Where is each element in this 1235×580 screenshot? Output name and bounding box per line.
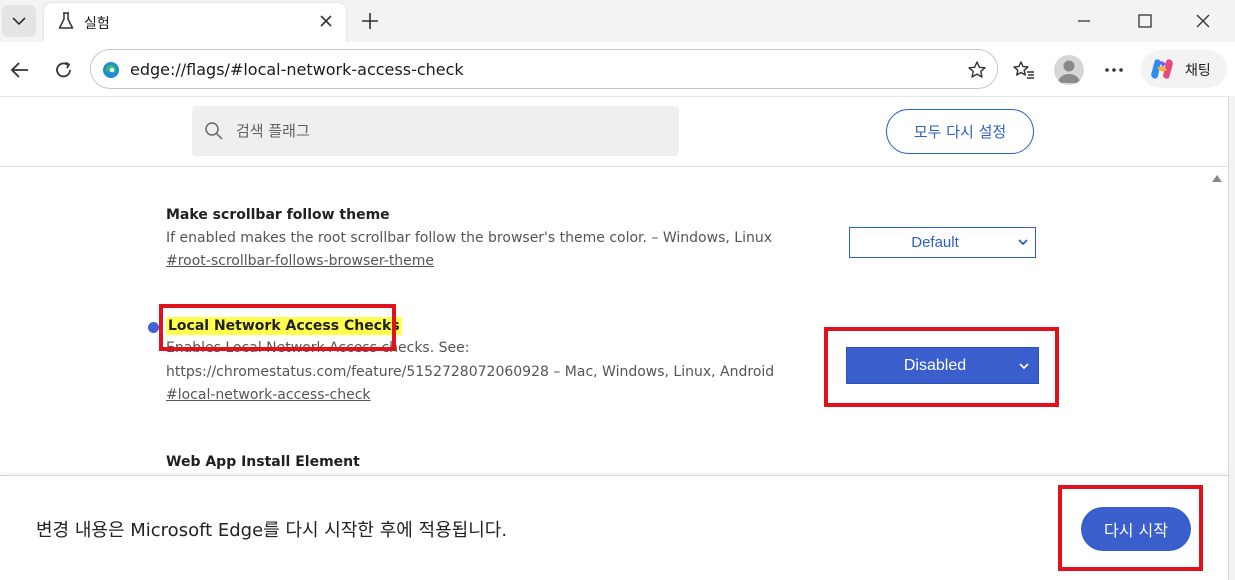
tab-bar: 실험 xyxy=(0,0,1235,42)
restart-message: 변경 내용은 Microsoft Edge를 다시 시작한 후에 적용됩니다. xyxy=(36,520,508,541)
restart-notification-bar: 변경 내용은 Microsoft Edge를 다시 시작한 후에 적용됩니다. … xyxy=(0,475,1228,580)
flag-state-select[interactable]: Default xyxy=(849,227,1036,258)
new-tab-button[interactable] xyxy=(356,7,384,35)
tab-title: 실험 xyxy=(84,16,110,32)
chevron-down-icon xyxy=(1018,239,1028,246)
address-bar[interactable]: edge://flags/#local-network-access-check xyxy=(90,49,998,89)
maximize-button[interactable] xyxy=(1123,6,1167,36)
edge-logo-icon xyxy=(101,60,121,80)
flag-description: If enabled makes the root scrollbar foll… xyxy=(166,230,772,246)
copilot-icon xyxy=(1151,59,1173,79)
browser-toolbar: edge://flags/#local-network-access-check… xyxy=(0,42,1235,96)
minimize-icon xyxy=(1078,20,1090,22)
flag-web-app-install: Web App Install Element xyxy=(166,454,806,470)
flag-title: Web App Install Element xyxy=(166,454,360,470)
address-url: edge://flags/#local-network-access-check xyxy=(130,60,464,79)
annotation-box-title xyxy=(159,304,396,351)
reset-all-button[interactable]: 모두 다시 설정 xyxy=(886,109,1034,154)
flask-icon xyxy=(56,11,76,31)
refresh-icon xyxy=(56,61,71,78)
annotation-box-select xyxy=(824,327,1059,407)
flag-anchor-link[interactable]: #local-network-access-check xyxy=(166,387,371,403)
annotation-box-restart xyxy=(1058,485,1203,571)
flags-header: 모두 다시 설정 xyxy=(0,97,1228,167)
flag-description-line2: https://chromestatus.com/feature/5152728… xyxy=(166,364,775,380)
select-value: Default xyxy=(911,234,959,251)
favorites-button[interactable] xyxy=(1008,54,1040,86)
scroll-up-arrow-icon[interactable] xyxy=(1211,173,1223,183)
search-flags-input[interactable] xyxy=(236,116,656,146)
flag-title: Make scrollbar follow theme xyxy=(166,207,390,223)
close-window-button[interactable] xyxy=(1181,6,1225,36)
copilot-chat-button[interactable]: 채팅 xyxy=(1141,50,1227,88)
profile-avatar[interactable] xyxy=(1054,55,1084,85)
sidebar-edge xyxy=(1228,96,1235,580)
favorite-star-icon[interactable] xyxy=(965,58,989,82)
favorites-list-icon xyxy=(1013,61,1034,79)
tab-experiments[interactable]: 실험 xyxy=(44,3,346,42)
maximize-icon xyxy=(1138,14,1152,28)
search-flags-box[interactable] xyxy=(192,106,679,156)
back-button[interactable] xyxy=(4,54,36,86)
copilot-label: 채팅 xyxy=(1185,63,1211,79)
close-tab-icon[interactable] xyxy=(316,11,336,31)
modified-indicator-dot xyxy=(148,322,159,333)
back-arrow-icon xyxy=(10,62,28,78)
chevron-down-icon xyxy=(12,17,26,26)
more-horizontal-icon xyxy=(1105,68,1123,72)
refresh-button[interactable] xyxy=(48,54,80,86)
plus-icon xyxy=(362,13,378,29)
settings-more-button[interactable] xyxy=(1098,54,1130,86)
flag-anchor-link[interactable]: #root-scrollbar-follows-browser-theme xyxy=(166,253,434,269)
flag-root-scrollbar: Make scrollbar follow theme If enabled m… xyxy=(166,207,806,269)
tab-actions-menu[interactable] xyxy=(2,5,36,37)
user-icon xyxy=(1058,60,1080,83)
search-icon xyxy=(205,122,223,140)
minimize-button[interactable] xyxy=(1062,6,1106,36)
close-icon xyxy=(1196,14,1210,28)
